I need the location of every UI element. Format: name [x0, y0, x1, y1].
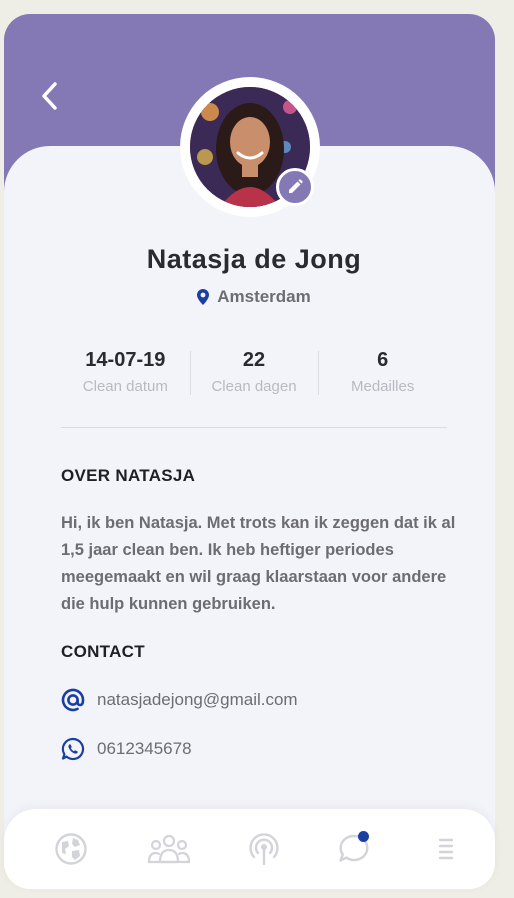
profile-location: Amsterdam	[4, 287, 495, 307]
tab-menu[interactable]	[426, 831, 466, 867]
contact-email[interactable]: natasjadejong@gmail.com	[97, 690, 298, 710]
stat-label: Medailles	[350, 378, 415, 395]
stat-label: Clean dagen	[211, 378, 297, 395]
location-label: Amsterdam	[217, 287, 311, 306]
profile-name: Natasja de Jong	[146, 244, 362, 274]
globe-icon	[55, 833, 87, 865]
stat-value: 22	[242, 349, 266, 371]
bottom-tab-bar	[4, 809, 495, 889]
at-icon	[61, 688, 85, 712]
edit-avatar-button[interactable]	[276, 168, 314, 206]
stat-clean-date: 14-07-19 Clean datum	[61, 349, 190, 399]
divider	[61, 427, 447, 428]
contact-heading: CONTACT	[61, 642, 145, 661]
tab-community[interactable]	[145, 831, 193, 867]
contact-phone-row[interactable]: 0612345678	[61, 737, 192, 761]
stat-value: 6	[377, 349, 389, 371]
whatsapp-icon	[61, 737, 85, 761]
stat-value: 14-07-19	[85, 349, 166, 371]
stat-label: Clean datum	[82, 378, 168, 395]
tab-explore[interactable]	[51, 831, 91, 867]
pencil-icon	[289, 179, 303, 193]
broadcast-icon	[249, 833, 279, 866]
tab-broadcast[interactable]	[244, 831, 284, 867]
contact-phone[interactable]: 0612345678	[97, 739, 192, 759]
stat-clean-days: 22 Clean dagen	[189, 349, 319, 399]
tab-chat[interactable]	[334, 831, 374, 867]
menu-icon	[438, 838, 454, 860]
chevron-left-icon	[42, 82, 57, 110]
back-button[interactable]	[34, 80, 66, 112]
stats-row: 14-07-19 Clean datum 22 Clean dagen 6 Me…	[61, 349, 447, 399]
profile-screen: Natasja de Jong Amsterdam 14-07-19 Clean…	[4, 14, 495, 888]
notification-dot	[358, 831, 369, 842]
group-icon	[147, 834, 191, 864]
about-text: Hi, ik ben Natasja. Met trots kan ik zeg…	[61, 514, 456, 613]
map-pin-icon	[197, 289, 210, 305]
about-heading: OVER NATASJA	[61, 466, 196, 485]
contact-email-row[interactable]: natasjadejong@gmail.com	[61, 688, 298, 712]
stat-medals[interactable]: 6 Medailles	[318, 349, 447, 399]
